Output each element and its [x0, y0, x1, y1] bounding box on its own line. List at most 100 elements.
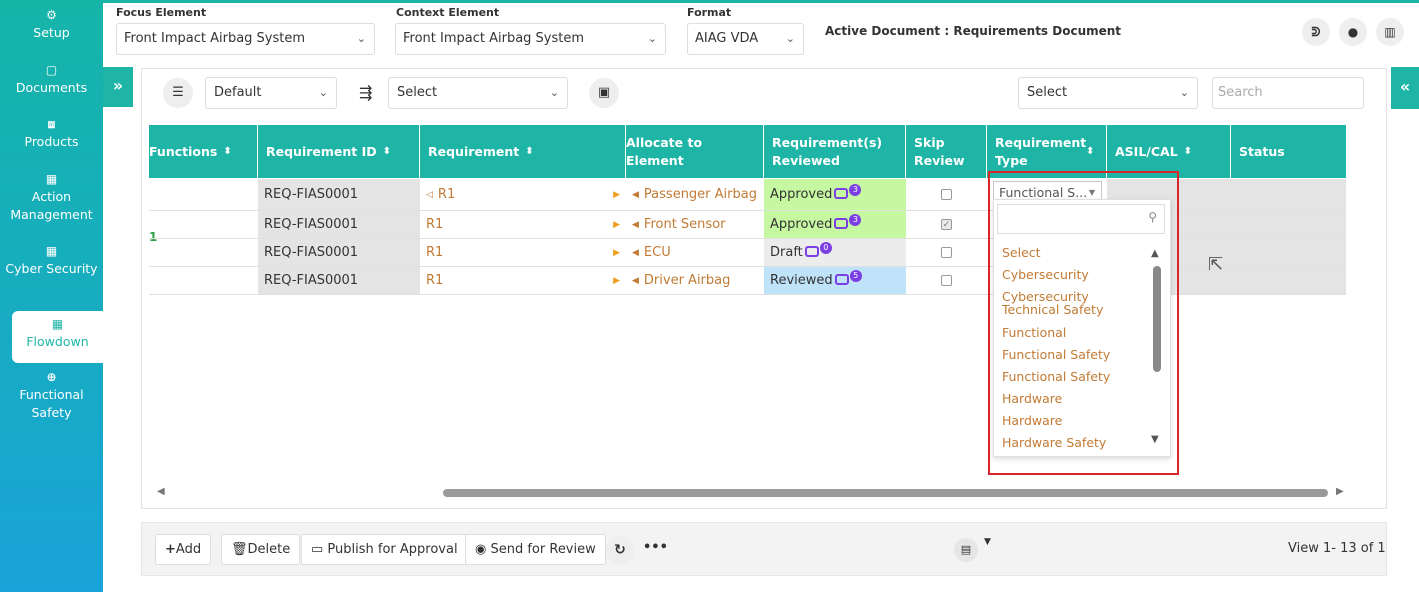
dropdown-search-input[interactable]: ⚲	[997, 204, 1165, 234]
dropdown-option[interactable]: Functional Safety	[1002, 348, 1142, 361]
requirement-cell[interactable]: R1 ▶	[420, 267, 626, 294]
send-for-review-button[interactable]: ◉ Send for Review	[465, 534, 606, 565]
gears-icon: ⚙	[46, 8, 57, 22]
sidebar-item-cyber-security[interactable]: ▦ Cyber Security	[0, 244, 103, 278]
col-requirement-id[interactable]: Requirement ID ⬍	[258, 125, 420, 178]
status-cell	[1231, 211, 1346, 238]
caret-right-icon: ▶	[613, 189, 620, 200]
collapse-right-button[interactable]: «	[1391, 67, 1419, 109]
sidebar-item-functional-safety[interactable]: ⊕ Functional Safety	[0, 370, 103, 422]
comment-count: 3	[849, 213, 862, 226]
more-options-icon[interactable]: •••	[643, 540, 668, 555]
caret-left-icon: ◀	[632, 189, 639, 200]
chevron-down-icon: ⌄	[318, 86, 328, 99]
caret-down-icon[interactable]: ▼	[984, 537, 991, 547]
skip-review-checkbox[interactable]: ✓	[941, 219, 952, 230]
trash-icon: 🗑	[231, 542, 248, 557]
flow-icon[interactable]: ⇶	[359, 83, 372, 102]
chart-icon-button[interactable]: ▥	[1376, 18, 1404, 46]
sort-icon: ⬍	[1183, 145, 1193, 157]
drop-icon-button[interactable]: ●	[1339, 18, 1367, 46]
dropdown-option[interactable]: Functional	[1002, 326, 1142, 339]
filter-select[interactable]: Select ⌄	[1018, 77, 1198, 109]
dropdown-option[interactable]: Hardware Safety	[1002, 436, 1142, 449]
chevron-down-icon: ⌄	[549, 86, 559, 99]
sidebar-item-label: Products	[24, 134, 79, 149]
focus-element-label: Focus Element	[116, 6, 207, 19]
scroll-left-icon[interactable]: ◀	[157, 486, 165, 497]
active-document: Active Document : Requirements Document	[825, 24, 1122, 38]
chevron-down-icon: ⌄	[356, 32, 366, 45]
format-label: Format	[687, 6, 732, 19]
sidebar-item-products[interactable]: ⧈ Products	[0, 117, 103, 151]
flow-select-value: Select	[397, 85, 438, 100]
comment-icon	[804, 246, 819, 257]
dropdown-option[interactable]: Functional Safety	[1002, 370, 1142, 383]
scroll-up-icon[interactable]: ▲	[1151, 248, 1159, 259]
dropdown-option[interactable]: Select	[1002, 246, 1142, 259]
requirement-cell[interactable]: R1 ▶	[420, 211, 626, 238]
clone-icon-button[interactable]: ▣	[589, 78, 619, 108]
comment-icon	[834, 274, 849, 285]
sort-icon: ⬍	[525, 145, 534, 157]
review-status-cell[interactable]: Draft 0	[764, 239, 906, 266]
col-allocate-to-element[interactable]: Allocate to Element	[626, 125, 764, 178]
refresh-button[interactable]: ↻	[606, 536, 634, 564]
chevron-down-icon: ⌄	[785, 32, 795, 45]
sidebar-item-action-management[interactable]: ▦ Action Management	[0, 172, 103, 224]
dropdown-option[interactable]: Cybersecurity	[1002, 268, 1142, 281]
horizontal-scrollbar-thumb[interactable]	[443, 489, 1328, 497]
col-functions[interactable]: Functions ⬍	[149, 125, 258, 178]
sidebar-item-setup[interactable]: ⚙ Setup	[0, 8, 103, 42]
flow-select[interactable]: Select ⌄	[388, 77, 568, 109]
review-status-cell[interactable]: Reviewed 5	[764, 267, 906, 294]
building-icon: ▦	[45, 172, 58, 186]
dropdown-option[interactable]: Hardware	[1002, 392, 1142, 405]
review-status-cell[interactable]: Approved 3	[764, 179, 906, 210]
col-requirements-reviewed[interactable]: Requirement(s) Reviewed	[764, 125, 906, 178]
sort-icon: ⬍	[223, 145, 232, 157]
search-input[interactable]: Search	[1212, 77, 1364, 109]
skip-review-checkbox[interactable]	[941, 247, 952, 258]
scroll-down-icon[interactable]: ▼	[1151, 434, 1159, 445]
document-icon: ▢	[45, 63, 58, 77]
requirement-id-cell: REQ-FIAS0001	[258, 239, 420, 266]
allocate-cell[interactable]: ◀ Passenger Airbag	[626, 179, 764, 210]
sidebar-item-documents[interactable]: ▢ Documents	[0, 63, 103, 97]
status-cell	[1231, 179, 1346, 210]
sidebar-item-label: Cyber Security	[5, 261, 98, 276]
publish-for-approval-button[interactable]: ▭ Publish for Approval	[301, 534, 468, 565]
context-element-select[interactable]: Front Impact Airbag System ⌄	[395, 23, 666, 55]
allocate-cell[interactable]: ◀ ECU	[626, 239, 764, 266]
format-select[interactable]: AIAG VDA ⌄	[687, 23, 804, 55]
skip-review-checkbox[interactable]	[941, 275, 952, 286]
comment-count: 3	[849, 183, 862, 196]
allocate-cell[interactable]: ◀ Front Sensor	[626, 211, 764, 238]
delete-button[interactable]: 🗑Delete	[221, 534, 301, 565]
caret-left-icon: ◀	[632, 275, 639, 286]
dropdown-scrollbar-thumb[interactable]	[1153, 266, 1161, 372]
sort-icon: ⬍	[382, 145, 392, 157]
col-requirement[interactable]: Requirement ⬍	[420, 125, 626, 178]
skip-review-checkbox[interactable]	[941, 189, 952, 200]
eye-icon: ◉	[475, 542, 491, 557]
focus-element-select[interactable]: Front Impact Airbag System ⌄	[116, 23, 375, 55]
dropdown-option[interactable]: Cybersecurity Technical Safety	[1002, 290, 1142, 316]
allocate-cell[interactable]: ◀ Driver Airbag	[626, 267, 764, 294]
expand-left-button[interactable]: »	[103, 67, 133, 107]
dropdown-option[interactable]: Hardware	[1002, 414, 1142, 427]
flow-icon-button[interactable]: ᕲ	[1302, 18, 1330, 46]
layers-icon-button[interactable]: ☰	[163, 78, 193, 108]
col-skip-review[interactable]: Skip Review	[906, 125, 987, 178]
requirement-cell[interactable]: ◁ R1 ▶	[420, 179, 626, 210]
sidebar-item-flowdown[interactable]: ▦ Flowdown	[12, 311, 103, 363]
requirement-cell[interactable]: R1 ▶	[420, 239, 626, 266]
add-button[interactable]: +Add	[155, 534, 212, 565]
export-icon-button[interactable]: ▤	[954, 538, 978, 562]
view-select[interactable]: Default ⌄	[205, 77, 337, 109]
search-placeholder: Search	[1218, 85, 1263, 100]
review-status-cell[interactable]: Approved 3	[764, 211, 906, 238]
requirement-id-cell: REQ-FIAS0001	[258, 179, 420, 210]
col-status[interactable]: Status	[1231, 125, 1346, 178]
scroll-right-icon[interactable]: ▶	[1336, 486, 1344, 497]
